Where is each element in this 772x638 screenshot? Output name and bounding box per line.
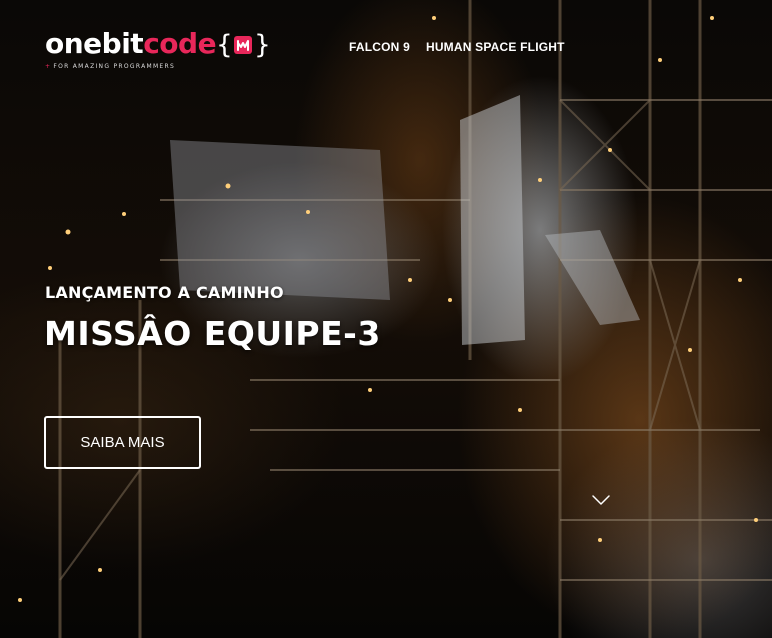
saiba-mais-button[interactable]: SAIBA MAIS bbox=[44, 416, 201, 469]
tagline-text: FOR AMAZING PROGRAMMERS bbox=[53, 63, 176, 70]
hero-title: MISSÂO EQUIPE-3 bbox=[44, 314, 381, 353]
nav-link-falcon-9[interactable]: FALCON 9 bbox=[349, 40, 410, 54]
logo-text-onebit: onebit bbox=[45, 27, 144, 60]
logo-text-code: code bbox=[143, 27, 217, 60]
rock-hand-icon bbox=[234, 36, 253, 54]
logo-tagline: + FOR AMAZING PROGRAMMERS bbox=[45, 63, 270, 70]
brand-logo[interactable]: onebitcode{ } + FOR AMAZING PROGRAMMERS bbox=[45, 27, 271, 71]
main-nav: FALCON 9 HUMAN SPACE FLIGHT bbox=[349, 40, 565, 54]
tagline-plus: + bbox=[45, 63, 52, 70]
chevron-down-icon[interactable] bbox=[590, 492, 612, 508]
hero-eyebrow: LANÇAMENTO A CAMINHO bbox=[45, 283, 284, 302]
logo-brace-close: } bbox=[254, 30, 271, 60]
nav-link-human-space-flight[interactable]: HUMAN SPACE FLIGHT bbox=[426, 40, 565, 54]
logo-brace-open: { bbox=[216, 30, 233, 60]
logo-wordmark: onebitcode{ } bbox=[45, 27, 271, 61]
